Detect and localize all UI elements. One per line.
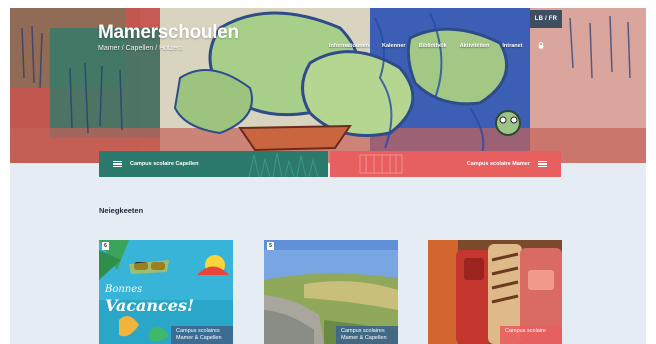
news-card[interactable]: 6 Bonnes Vacances! Campus scolaires Mame… [99, 240, 233, 344]
language-switch[interactable]: LB / FR [530, 10, 562, 28]
news-heading: Neiegkeeten [99, 206, 144, 215]
nav-item-informatiounen[interactable]: Informatiounen [329, 43, 369, 49]
campus-mamer-button[interactable]: Campus scolaire Mamer [330, 151, 561, 177]
campus-capellen-decoration [248, 152, 319, 177]
menu-icon [538, 161, 547, 168]
card-number: 6 [102, 242, 109, 250]
campus-capellen-button[interactable]: Campus scolaire Capellen [99, 151, 328, 177]
card-image-text: Bonnes [105, 284, 143, 295]
site-brand[interactable]: Mamerschoulen Mamer / Capellen / Holzem [98, 22, 239, 52]
main-nav: Informatiounen Kalenner Bibliothéik Akti… [329, 42, 544, 49]
news-card[interactable]: Campus scolaire [428, 240, 562, 344]
nav-item-intranet[interactable]: Intranet [502, 43, 522, 49]
nav-item-kalenner[interactable]: Kalenner [382, 43, 406, 49]
header-banner: LB / FR Mamerschoulen Mamer / Capellen /… [10, 8, 646, 163]
page-frame: LB / FR Mamerschoulen Mamer / Capellen /… [10, 8, 646, 344]
site-title[interactable]: Mamerschoulen [98, 22, 239, 44]
card-category-badge: Campus scolaires Mamer & Capellen [171, 326, 233, 344]
campus-mamer-label: Campus scolaire Mamer [466, 161, 530, 167]
nav-item-aktiviteiten[interactable]: Aktivitéiten [460, 43, 490, 49]
lock-icon[interactable] [538, 42, 544, 49]
card-image-text: Vacances! [105, 296, 195, 315]
news-card[interactable]: 5 Campus scolaires Mamer & Capellen [264, 240, 398, 344]
site-subtitle: Mamer / Capellen / Holzem [98, 45, 183, 52]
nav-item-bibliotheik[interactable]: Bibliothéik [419, 43, 447, 49]
card-category-badge: Campus scolaire [500, 326, 562, 344]
card-number: 5 [267, 242, 274, 250]
card-category-badge: Campus scolaires Mamer & Capellen [336, 326, 398, 344]
